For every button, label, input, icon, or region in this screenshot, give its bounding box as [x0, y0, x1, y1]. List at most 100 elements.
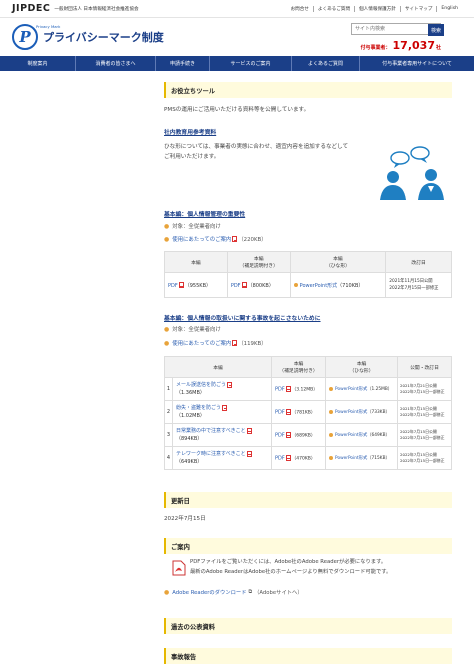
basic2-cell-annotated: PDF （781KB）: [271, 400, 326, 424]
basic2-main-link[interactable]: 日常業務の中で注意すべきこと: [176, 428, 246, 434]
org-name: 一般財団法人 日本情報経済社会推進協会: [54, 6, 139, 12]
basic2-cell-revision: 2022年7月15日公開 2022年7月15日一部修正: [397, 423, 452, 447]
basic2-cell-template: PowerPoint形式（715KB）: [325, 446, 398, 470]
basic2-template-size: （715KB）: [367, 456, 390, 461]
revised-date: 2022年7月15日一部修正: [400, 435, 445, 440]
basic2-template-link[interactable]: PowerPoint形式: [335, 410, 367, 415]
count-label: 付与事業者：: [360, 45, 391, 51]
pdf-icon: [246, 450, 252, 457]
row-number: 4: [164, 446, 173, 470]
top-link-english[interactable]: English: [436, 5, 462, 12]
basic1-main-pdf-link[interactable]: PDF: [168, 283, 178, 289]
powerpoint-icon: [329, 386, 333, 391]
powerpoint-icon: [293, 283, 298, 287]
section-heading-updated: 更新日: [164, 492, 452, 508]
basic2-cell-main: メール誤送信を防ごう （1.36MB）: [172, 377, 272, 401]
basic2-main-size: （1.02MB）: [176, 413, 205, 419]
basic2-cell-revision: 2021年7月21日公開 2022年7月15日一部修正: [397, 377, 452, 401]
top-links: お問合せ よくあるご質問 個人情報保護方針 サイトマップ English: [287, 5, 463, 12]
powerpoint-icon: [329, 409, 333, 414]
table-row: PDF （955KB） PDF （800KB） PowerPoint形式（710KB…: [164, 272, 452, 298]
table-row: 2 紛失・盗難を防ごう （1.02MB） PDF （781KB） PowerPoin…: [164, 400, 452, 424]
pdf-icon: [227, 381, 233, 388]
tools-intro: PMSの運用にご活用いただける資料等を公開しています。: [164, 107, 310, 113]
basic2-template-link[interactable]: PowerPoint形式: [335, 433, 367, 438]
basic2-template-size: （649KB）: [367, 433, 390, 438]
basic2-cell-main: 日常業務の中で注意すべきこと （894KB）: [172, 423, 272, 447]
brand-row: P Privacy Mark プライバシーマーク制度 付与事業者： 17,037…: [0, 18, 474, 56]
basic1-target-text: 対象：全従業者向け: [172, 224, 221, 230]
basic2-target-text: 対象：全従業者向け: [172, 327, 221, 333]
pdf-icon: [285, 408, 291, 415]
top-link-privacy-policy[interactable]: 個人情報保護方針: [354, 5, 400, 12]
jipdec-logo[interactable]: JIPDEC: [12, 3, 50, 14]
basic1-th-revision: 改訂日: [385, 251, 452, 273]
basic2-main-link[interactable]: 紛失・盗難を防ごう: [176, 405, 221, 411]
edu-text-line-1: ひな形については、事業者の実態に合わせ、適宜内容を追加するなどして: [164, 144, 349, 150]
top-link-faq[interactable]: よくあるご質問: [312, 5, 354, 12]
basic2-main-size: （894KB）: [176, 436, 203, 442]
privacy-mark-logo-icon[interactable]: P: [12, 24, 38, 50]
basic2-template-link[interactable]: PowerPoint形式: [335, 387, 367, 392]
basic1-cell-template: PowerPoint形式（710KB）: [289, 272, 387, 298]
nav-system-guide[interactable]: 制度案内: [0, 56, 76, 71]
adobe-download-note: （Adobeサイトへ）: [254, 590, 303, 596]
basic2-main-size: （649KB）: [176, 459, 203, 465]
basic2-notes-link[interactable]: 使用にあたってのご案内: [172, 339, 231, 347]
nav-registered-site[interactable]: 付与事業者専用サイトについて: [360, 56, 474, 71]
basic2-th-annotated: 本編 （補足説明付き）: [271, 356, 326, 378]
basic2-annotated-size: （689KB）: [291, 433, 316, 439]
basic2-annotated-link[interactable]: PDF: [275, 455, 285, 461]
main-nav: 制度案内 消費者の皆さまへ 申請手続き サービスのご案内 よくあるご質問 付与事…: [0, 56, 474, 71]
section-heading-guide: ご案内: [164, 538, 452, 554]
edu-text-line-2: ご利用いただけます。: [164, 154, 220, 160]
basic2-annotated-link[interactable]: PDF: [275, 409, 285, 415]
nav-faq[interactable]: よくあるご質問: [292, 56, 360, 71]
powerpoint-icon: [329, 455, 333, 460]
basic2-annotated-size: （470KB）: [291, 456, 316, 462]
revised-date: 2022年7月15日一部修正: [400, 458, 445, 463]
nav-consumers[interactable]: 消費者の皆さまへ: [76, 56, 156, 71]
bullet-icon: ●: [164, 339, 170, 347]
adobe-pdf-icon: [172, 560, 186, 576]
adobe-download-link[interactable]: Adobe Readerのダウンロード: [172, 588, 246, 596]
basic2-template-link[interactable]: PowerPoint形式: [335, 456, 367, 461]
basic2-main-link[interactable]: メール誤送信を防ごう: [176, 382, 226, 388]
basic2-annotated-size: （781KB）: [291, 410, 316, 416]
basic1-template-ppt-link[interactable]: PowerPoint形式: [300, 283, 338, 289]
basic2-th-main: 本編: [164, 356, 272, 378]
guide-line-1: PDFファイルをご覧いただくには、Adobe社のAdobe Readerが必要に…: [190, 559, 387, 565]
basic1-notes-link[interactable]: 使用にあたってのご案内: [172, 235, 231, 243]
pdf-icon: [222, 404, 228, 411]
basic2-cell-annotated: PDF （689KB）: [271, 423, 326, 447]
table-row: 4 テレワーク時に注意すべきこと （649KB） PDF （470KB） Power…: [164, 446, 452, 470]
basic1-cell-revision: 2021年11月15日公開 2022年7月15日一部修正: [385, 272, 452, 298]
table-row: 3 日常業務の中で注意すべきこと （894KB） PDF （689KB） Power…: [164, 423, 452, 447]
pdf-icon: [285, 454, 291, 461]
nav-services[interactable]: サービスのご案内: [210, 56, 292, 71]
nav-application[interactable]: 申請手続き: [156, 56, 210, 71]
brand-subtitle: Privacy Mark: [36, 24, 61, 29]
basic2-target: ● 対象：全従業者向け: [164, 325, 221, 334]
top-link-contact[interactable]: お問合せ: [287, 6, 313, 12]
top-link-sitemap[interactable]: サイトマップ: [399, 5, 437, 12]
section-heading-incident: 事故報告: [164, 648, 452, 664]
basic2-title[interactable]: 基本編：個人情報の取扱いに関する事故を起こさないために: [164, 313, 321, 322]
basic2-annotated-link[interactable]: PDF: [275, 432, 285, 438]
basic1-annotated-pdf-link[interactable]: PDF: [231, 283, 241, 289]
basic2-cell-main: テレワーク時に注意すべきこと （649KB）: [172, 446, 272, 470]
basic2-notes: ● 使用にあたってのご案内 （119KB）: [164, 339, 267, 348]
bullet-icon: ●: [164, 325, 170, 333]
search-button[interactable]: 検索: [428, 24, 444, 36]
basic1-template-size: （710KB）: [337, 282, 364, 289]
basic1-notes: ● 使用にあたってのご案内 （220KB）: [164, 235, 267, 244]
basic1-title[interactable]: 基本編：個人情報管理の重要性: [164, 209, 245, 218]
brand-title[interactable]: プライバシーマーク制度: [43, 29, 164, 45]
basic2-cell-template: PowerPoint形式（649KB）: [325, 423, 398, 447]
pdf-icon: [241, 282, 247, 288]
basic2-main-link[interactable]: テレワーク時に注意すべきこと: [176, 451, 246, 457]
revised-date: 2022年7月15日一部修正: [400, 389, 445, 394]
basic2-annotated-link[interactable]: PDF: [275, 386, 285, 392]
basic1-main-size: （955KB）: [184, 282, 212, 289]
basic2-main-size: （1.36MB）: [176, 390, 205, 396]
